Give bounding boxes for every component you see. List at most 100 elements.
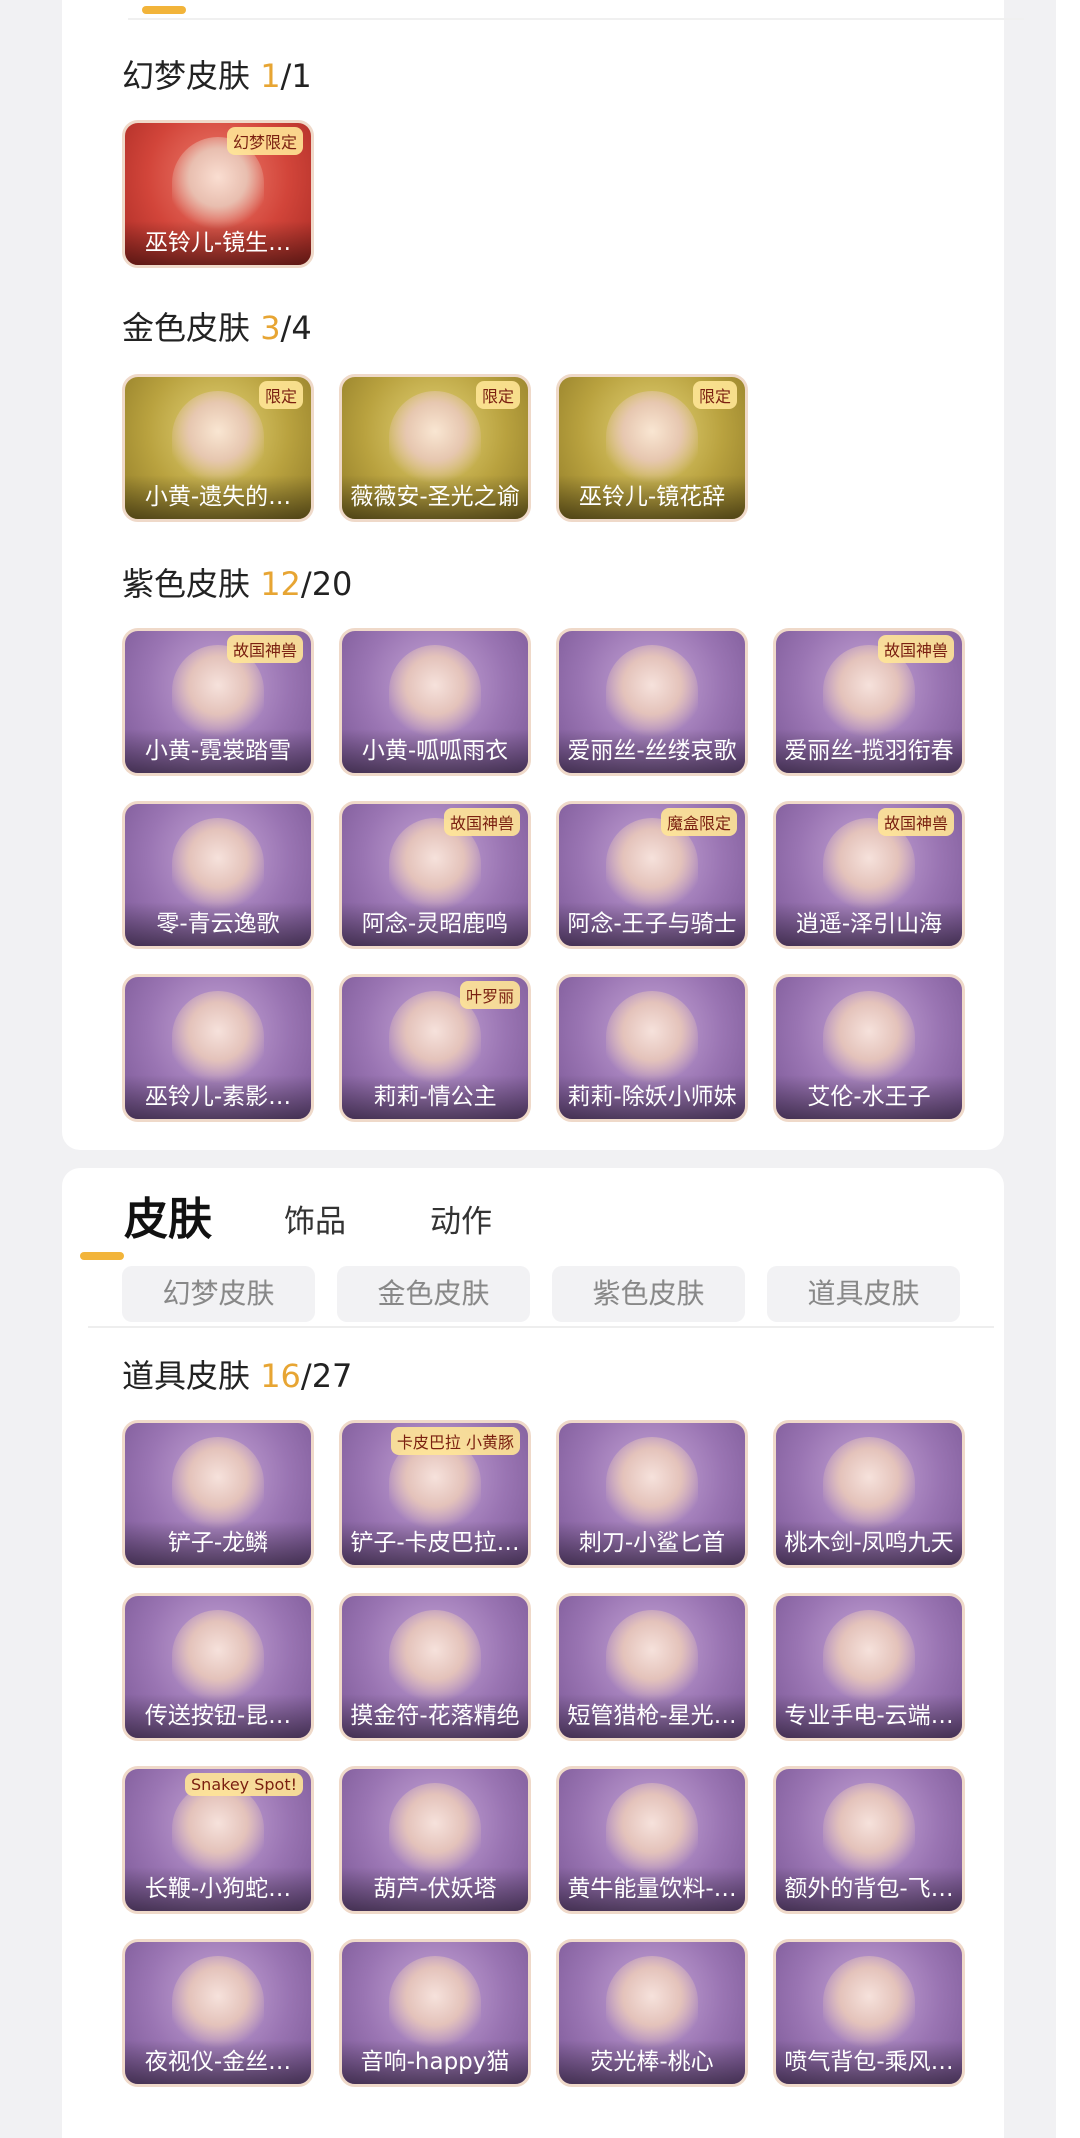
- limited-tag-badge: 故国神兽: [226, 635, 303, 663]
- skin-card-label: 长鞭-小狗蛇…: [125, 1867, 311, 1911]
- skin-card-label: 巫铃儿-镜花辞: [559, 475, 745, 519]
- right-edge-strip: [1056, 0, 1080, 2138]
- limited-tag-badge: 叶罗丽: [459, 981, 520, 1009]
- skin-card-label: 黄牛能量饮料-…: [559, 1867, 745, 1911]
- section-title-purple: 紫色皮肤 12/20: [122, 565, 353, 603]
- skin-card[interactable]: 额外的背包-飞…: [773, 1766, 965, 1914]
- skin-card-label: 阿念-灵昭鹿鸣: [342, 902, 528, 946]
- skin-thumbnail: [389, 1783, 481, 1879]
- skin-thumbnail: [823, 1783, 915, 1879]
- skin-card-label: 铲子-龙鳞: [125, 1521, 311, 1565]
- skin-card-label: 喷气背包-乘风…: [776, 2040, 962, 2084]
- skin-card[interactable]: 小黄-呱呱雨衣: [339, 628, 531, 776]
- skin-card[interactable]: 莉莉-除妖小师妹: [556, 974, 748, 1122]
- skin-card-label: 短管猎枪-星光…: [559, 1694, 745, 1738]
- skin-card[interactable]: 魔盒限定 阿念-王子与骑士: [556, 801, 748, 949]
- skin-card[interactable]: 卡皮巴拉 小黄豚铲子-卡皮巴拉…: [339, 1420, 531, 1568]
- total-count: /20: [300, 565, 353, 603]
- skin-card[interactable]: 专业手电-云端…: [773, 1593, 965, 1741]
- skin-card-label: 薇薇安-圣光之谕: [342, 475, 528, 519]
- skin-card[interactable]: Snakey Spot! 长鞭-小狗蛇…: [122, 1766, 314, 1914]
- skin-card[interactable]: 桃木剑-凤鸣九天: [773, 1420, 965, 1568]
- skin-thumbnail: [606, 991, 698, 1087]
- skin-card-label: 小黄-霓裳踏雪: [125, 729, 311, 773]
- skin-card[interactable]: 限定小黄-遗失的…: [122, 374, 314, 522]
- skin-card[interactable]: 叶罗丽 莉莉-情公主: [339, 974, 531, 1122]
- skin-card[interactable]: 故国神兽爱丽丝-揽羽衔春: [773, 628, 965, 776]
- chip-prop-skins[interactable]: 道具皮肤: [767, 1266, 960, 1322]
- skin-thumbnail: [389, 1956, 481, 2052]
- total-count: /4: [280, 309, 312, 347]
- limited-tag-badge: 幻梦限定: [226, 127, 303, 155]
- skin-card[interactable]: 故国神兽小黄-霓裳踏雪: [122, 628, 314, 776]
- skin-thumbnail: [389, 391, 481, 487]
- skin-thumbnail: [606, 645, 698, 741]
- skin-card-label: 莉莉-除妖小师妹: [559, 1075, 745, 1119]
- skin-card-label: 荧光棒-桃心: [559, 2040, 745, 2084]
- divider: [128, 18, 1024, 20]
- limited-tag-badge: 故国神兽: [877, 808, 954, 836]
- limited-tag-badge: 限定: [692, 381, 737, 409]
- skin-thumbnail: [172, 1437, 264, 1533]
- skin-thumbnail: [606, 391, 698, 487]
- limited-tag-badge: 故国神兽: [877, 635, 954, 663]
- skin-card-label: 传送按钮-昆…: [125, 1694, 311, 1738]
- skin-thumbnail: [172, 1783, 264, 1879]
- skin-card[interactable]: 爱丽丝-丝缕哀歌: [556, 628, 748, 776]
- skin-thumbnail: [606, 1610, 698, 1706]
- skin-thumbnail: [172, 1610, 264, 1706]
- skin-thumbnail: [172, 991, 264, 1087]
- skin-card-label: 夜视仪-金丝…: [125, 2040, 311, 2084]
- skin-card[interactable]: 故国神兽阿念-灵昭鹿鸣: [339, 801, 531, 949]
- skin-card-label: 巫铃儿-素影…: [125, 1075, 311, 1119]
- skin-card-label: 爱丽丝-揽羽衔春: [776, 729, 962, 773]
- skin-thumbnail: [606, 1956, 698, 2052]
- owned-count: 16: [260, 1357, 301, 1395]
- skin-card[interactable]: 幻梦限定 巫铃儿-镜生…: [122, 120, 314, 268]
- skin-card[interactable]: 葫芦-伏妖塔: [339, 1766, 531, 1914]
- limited-tag-badge: 限定: [475, 381, 520, 409]
- skin-card[interactable]: 荧光棒-桃心: [556, 1939, 748, 2087]
- skin-card[interactable]: 传送按钮-昆…: [122, 1593, 314, 1741]
- skin-thumbnail: [172, 1956, 264, 2052]
- scroll-indicator: [142, 6, 186, 14]
- skin-card[interactable]: 限定巫铃儿-镜花辞: [556, 374, 748, 522]
- skin-card[interactable]: 刺刀-小鲨匕首: [556, 1420, 748, 1568]
- tab-ornaments[interactable]: 饰品: [284, 1192, 346, 1252]
- skin-card[interactable]: 艾伦-水王子: [773, 974, 965, 1122]
- chip-purple-skins[interactable]: 紫色皮肤: [552, 1266, 745, 1322]
- skin-card[interactable]: 喷气背包-乘风…: [773, 1939, 965, 2087]
- skin-thumbnail: [823, 991, 915, 1087]
- skin-card[interactable]: 夜视仪-金丝…: [122, 1939, 314, 2087]
- skin-grid-gold: 限定 小黄-遗失的… 限定 薇薇安-圣光之谕 限定 巫铃儿-镜花辞: [122, 374, 965, 522]
- skin-thumbnail: [606, 1437, 698, 1533]
- skin-card[interactable]: 铲子-龙鳞: [122, 1420, 314, 1568]
- skin-card-label: 小黄-遗失的…: [125, 475, 311, 519]
- skin-card-label: 摸金符-花落精绝: [342, 1694, 528, 1738]
- skin-thumbnail: [389, 1610, 481, 1706]
- skin-card[interactable]: 限定薇薇安-圣光之谕: [339, 374, 531, 522]
- skin-card-label: 零-青云逸歌: [125, 902, 311, 946]
- tab-skins[interactable]: 皮肤: [124, 1190, 212, 1250]
- skin-card-label: 小黄-呱呱雨衣: [342, 729, 528, 773]
- chip-gold-skins[interactable]: 金色皮肤: [337, 1266, 530, 1322]
- skin-card-label: 刺刀-小鲨匕首: [559, 1521, 745, 1565]
- tab-actions[interactable]: 动作: [430, 1192, 492, 1252]
- skin-thumbnail: [823, 1956, 915, 2052]
- total-count: /1: [280, 57, 312, 95]
- owned-count: 12: [260, 565, 301, 603]
- skin-card-label: 葫芦-伏妖塔: [342, 1867, 528, 1911]
- chip-dream-skins[interactable]: 幻梦皮肤: [122, 1266, 315, 1322]
- skin-card[interactable]: 黄牛能量饮料-…: [556, 1766, 748, 1914]
- skin-card[interactable]: 故国神兽 逍遥-泽引山海: [773, 801, 965, 949]
- skin-card[interactable]: 音响-happy猫: [339, 1939, 531, 2087]
- skin-card[interactable]: 零-青云逸歌: [122, 801, 314, 949]
- skin-card[interactable]: 短管猎枪-星光…: [556, 1593, 748, 1741]
- skin-card-label: 铲子-卡皮巴拉…: [342, 1521, 528, 1565]
- skin-thumbnail: [823, 1437, 915, 1533]
- limited-tag-badge: 故国神兽: [443, 808, 520, 836]
- skin-card[interactable]: 巫铃儿-素影…: [122, 974, 314, 1122]
- limited-tag-badge: 卡皮巴拉 小黄豚: [390, 1427, 520, 1455]
- limited-tag-badge: 限定: [258, 381, 303, 409]
- skin-card[interactable]: 摸金符-花落精绝: [339, 1593, 531, 1741]
